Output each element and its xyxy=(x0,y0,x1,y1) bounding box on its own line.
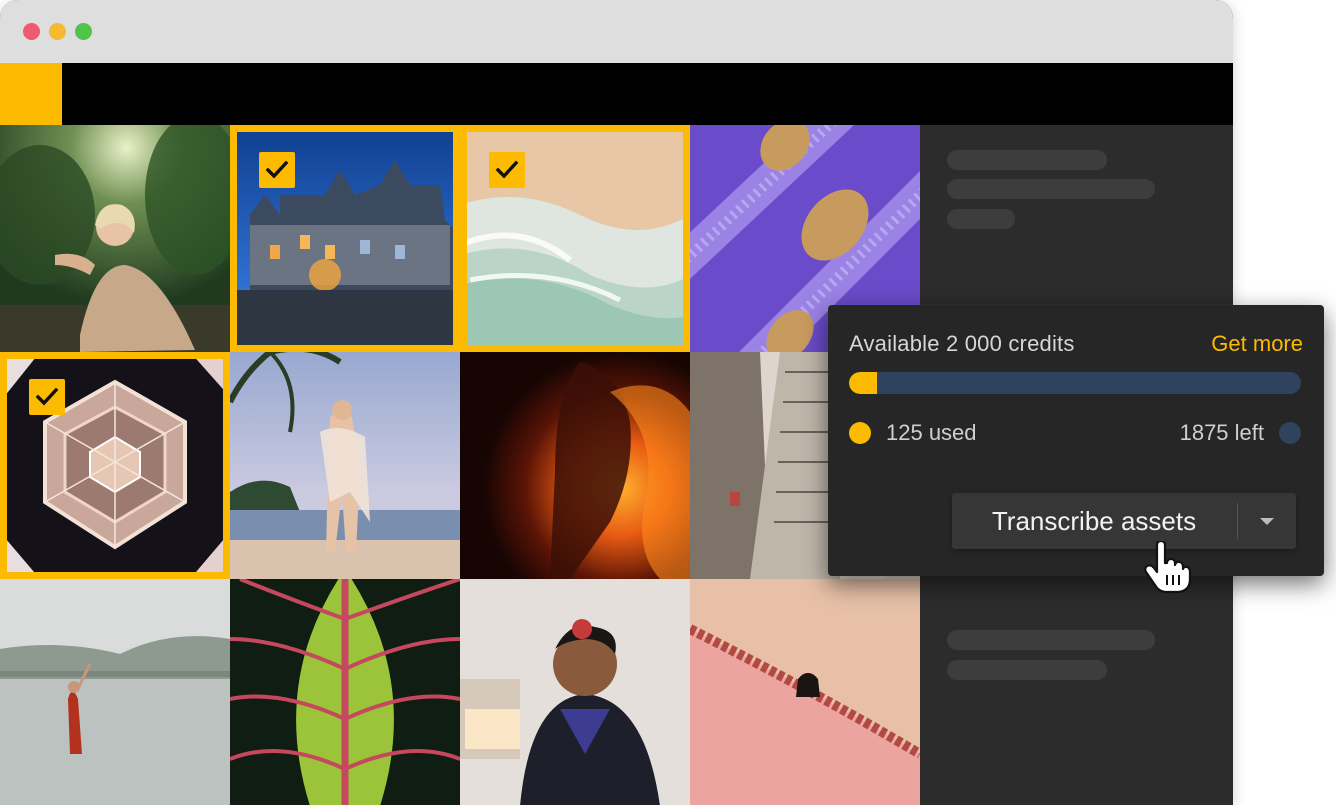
asset-thumbnail xyxy=(0,125,230,352)
checkmark-icon xyxy=(265,160,289,179)
asset-tile-castle[interactable] xyxy=(230,125,460,352)
used-credits-label: 125 used xyxy=(886,420,977,445)
title-bar xyxy=(0,0,1233,63)
asset-thumbnail xyxy=(230,579,460,805)
hand-pointer-icon xyxy=(1144,541,1191,593)
asset-thumbnail xyxy=(460,352,690,579)
placeholder-line xyxy=(947,179,1155,199)
asset-thumbnail xyxy=(460,579,690,805)
asset-tile-crystal-abstract[interactable] xyxy=(0,352,230,579)
placeholder-line xyxy=(947,209,1015,229)
asset-thumbnail xyxy=(230,352,460,579)
placeholder-line xyxy=(947,150,1107,170)
get-more-link[interactable]: Get more xyxy=(1211,331,1303,357)
selected-checkbox[interactable] xyxy=(489,152,525,188)
asset-tile-beach-aerial[interactable] xyxy=(460,125,690,352)
credits-used-fill xyxy=(849,372,878,394)
credits-progress-bar xyxy=(849,372,1301,394)
close-window-button[interactable] xyxy=(23,23,40,40)
used-legend-dot xyxy=(849,422,871,444)
remaining-legend-dot xyxy=(1279,422,1301,444)
transcribe-split-button: Transcribe assets xyxy=(952,493,1296,549)
checkmark-icon xyxy=(495,160,519,179)
asset-thumbnail xyxy=(690,579,920,805)
credits-popover: Available 2 000 credits Get more 125 use… xyxy=(828,305,1324,576)
placeholder-line xyxy=(947,660,1107,680)
asset-tile-pink-wall[interactable] xyxy=(690,579,920,805)
selected-checkbox[interactable] xyxy=(29,379,65,415)
transcribe-assets-button[interactable]: Transcribe assets xyxy=(952,493,1236,549)
placeholder-line xyxy=(947,630,1155,650)
asset-tile-lake-dancer[interactable] xyxy=(0,579,230,805)
transcribe-options-toggle[interactable] xyxy=(1238,493,1296,549)
asset-tile-woman-garden[interactable] xyxy=(0,125,230,352)
asset-tile-leaf-macro[interactable] xyxy=(230,579,460,805)
credits-title: Available 2 000 credits xyxy=(849,331,1075,356)
brand-logo[interactable] xyxy=(0,63,62,125)
asset-tile-smiling-woman[interactable] xyxy=(460,579,690,805)
app-header xyxy=(0,63,1233,125)
minimize-window-button[interactable] xyxy=(49,23,66,40)
remaining-credits-label: 1875 left xyxy=(1179,420,1264,445)
asset-tile-beach-woman[interactable] xyxy=(230,352,460,579)
asset-thumbnail xyxy=(0,579,230,805)
maximize-window-button[interactable] xyxy=(75,23,92,40)
selected-checkbox[interactable] xyxy=(259,152,295,188)
asset-tile-fire-portrait[interactable] xyxy=(460,352,690,579)
asset-grid xyxy=(0,125,920,805)
chevron-down-icon xyxy=(1260,518,1274,525)
checkmark-icon xyxy=(35,387,59,406)
